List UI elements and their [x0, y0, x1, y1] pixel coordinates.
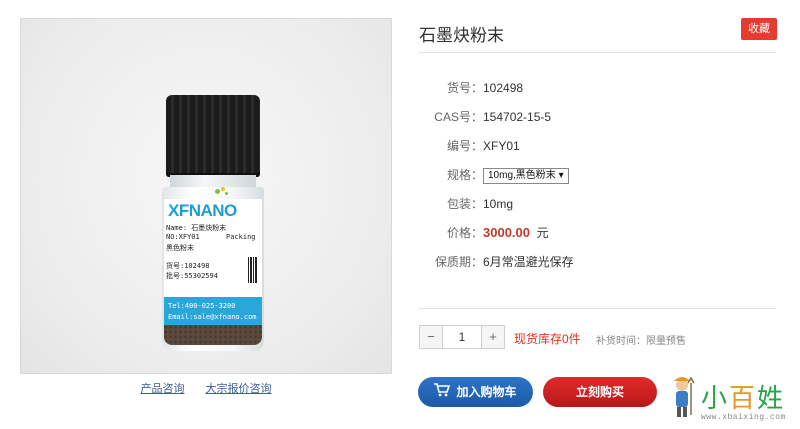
- divider: [419, 308, 776, 309]
- product-image: XFNANO Name: 石墨炔粉末 NO:XFY01 Packing 黑色粉末…: [20, 18, 392, 374]
- spec-key: 价格: [446, 226, 471, 240]
- spec-separator: ：: [470, 226, 483, 240]
- watermark-char: 小: [701, 384, 730, 414]
- spec-separator: ：: [470, 81, 483, 95]
- vial-cap: [166, 95, 260, 177]
- brand-dots-icon: [209, 187, 229, 201]
- watermark-char: 百: [729, 384, 758, 414]
- vial-brand: XFNANO: [168, 201, 237, 220]
- vial-tel-line: Tel:400-025-3200: [168, 302, 236, 310]
- spec-key: 规格: [446, 168, 471, 182]
- restock-time: 补货时间：限量预售: [596, 336, 686, 347]
- spec-key: 货号: [446, 81, 471, 95]
- spec-separator: ：: [470, 168, 483, 182]
- bulk-quote-link[interactable]: 大宗报价咨询: [206, 383, 272, 395]
- spec-value: XFY01: [483, 139, 520, 153]
- watermark-char: 姓: [757, 384, 786, 414]
- spec-key: 编号: [446, 139, 471, 153]
- barcode-icon: [248, 257, 258, 283]
- spec-separator: ：: [470, 255, 483, 269]
- spec-value: 6月常温避光保存: [483, 255, 574, 269]
- add-to-cart-label: 加入购物车: [456, 385, 517, 399]
- buy-now-button[interactable]: 立刻购买: [543, 377, 657, 407]
- vial-form-line: 黑色粉末: [166, 244, 194, 252]
- vial-batch-line: 批号:55302594: [166, 272, 218, 280]
- spec-value: 154702-15-5: [483, 110, 552, 124]
- favorite-button[interactable]: 收藏: [741, 18, 777, 40]
- spec-key: 包装: [446, 197, 471, 211]
- spec-key: 保质期: [434, 255, 471, 269]
- spec-value: 102498: [483, 81, 524, 95]
- price-value: 3000.00: [483, 225, 530, 240]
- spec-separator: ：: [470, 197, 483, 211]
- image-links: 产品咨询 大宗报价咨询: [20, 380, 392, 396]
- vial-illustration: XFNANO Name: 石墨炔粉末 NO:XFY01 Packing 黑色粉末…: [160, 95, 266, 353]
- chevron-down-icon: ▾: [558, 169, 564, 181]
- spec-select-value: 10mg,黑色粉末: [488, 169, 556, 181]
- divider: [419, 52, 776, 53]
- watermark-url: www.xbaixing.com: [701, 413, 786, 422]
- product-title: 石墨炔粉末: [419, 26, 504, 45]
- vial-item-line: 货号:102498: [166, 262, 210, 270]
- vial-powder: [164, 325, 262, 345]
- farmer-mascot-icon: [674, 376, 695, 417]
- vial-contact-band: Tel:400-025-3200 Email:sale@xfnano.com: [164, 297, 262, 327]
- decrement-button[interactable]: −: [420, 326, 442, 348]
- quantity-input[interactable]: 1: [442, 326, 482, 348]
- price-unit: 元: [536, 226, 549, 240]
- vial-label: XFNANO Name: 石墨炔粉末 NO:XFY01 Packing 黑色粉末…: [164, 187, 262, 327]
- product-consult-link[interactable]: 产品咨询: [140, 383, 184, 395]
- stock-status: 现货库存0件: [514, 332, 581, 346]
- vial-name-line: Name: 石墨炔粉末: [166, 224, 227, 232]
- watermark-logo: 小百姓 www.xbaixing.com: [667, 375, 797, 427]
- vial-no-line: NO:XFY01: [166, 233, 200, 241]
- add-to-cart-button[interactable]: 加入购物车: [418, 377, 533, 407]
- vial-packing-line: Packing: [226, 233, 256, 241]
- quantity-stepper[interactable]: − 1 +: [419, 325, 505, 349]
- vial-email-line: Email:sale@xfnano.com: [168, 313, 257, 321]
- spec-key: CAS号: [434, 110, 471, 124]
- spec-value: 10mg: [483, 197, 514, 211]
- spec-select[interactable]: 10mg,黑色粉末 ▾: [483, 167, 569, 184]
- increment-button[interactable]: +: [482, 326, 504, 348]
- cart-icon: [434, 378, 451, 408]
- spec-separator: ：: [470, 110, 483, 124]
- spec-separator: ：: [470, 139, 483, 153]
